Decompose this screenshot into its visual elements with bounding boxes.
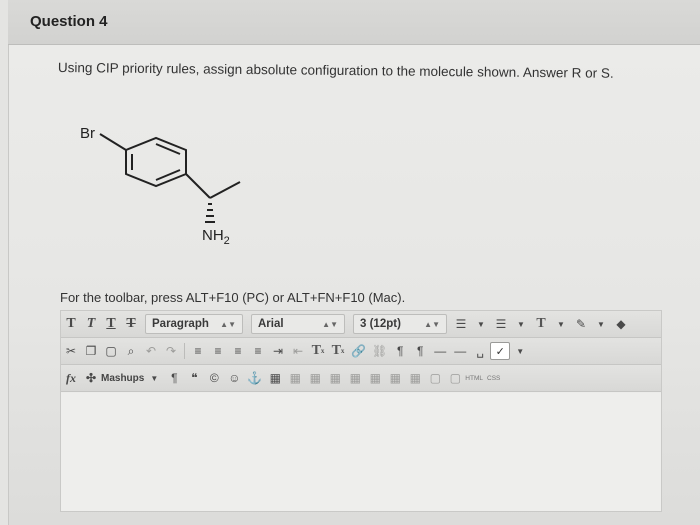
link-icon[interactable]: 🔗 <box>349 342 368 360</box>
spellcheck-icon[interactable]: ✓ <box>490 342 511 360</box>
horizontal-rule-icon[interactable]: — <box>431 342 449 360</box>
question-title: Question 4 <box>30 13 108 30</box>
undo-icon[interactable]: ↶ <box>142 342 160 360</box>
italic-button[interactable]: T <box>82 315 100 333</box>
editor-text-area[interactable] <box>61 393 661 511</box>
underline-button[interactable]: T <box>102 315 120 333</box>
copyright-icon[interactable]: © <box>205 369 223 387</box>
subscript-button[interactable]: Tx <box>329 342 347 360</box>
table-row-icon[interactable]: ▦ <box>286 369 304 387</box>
table-split-icon[interactable]: ▦ <box>366 369 384 387</box>
paragraph-mark-icon[interactable]: ¶ <box>165 369 183 387</box>
anchor-icon[interactable]: ⚓ <box>245 369 264 387</box>
cut-icon[interactable]: ✂ <box>62 342 80 360</box>
table-column-icon[interactable]: ▦ <box>306 369 324 387</box>
select-arrow-icon: ▲▼ <box>220 319 236 329</box>
toolbar-divider <box>184 343 185 359</box>
strikethrough-button[interactable]: T <box>122 315 140 333</box>
insert-table-icon[interactable]: ▦ <box>266 369 284 387</box>
table-cell-icon[interactable]: ▦ <box>326 369 344 387</box>
table-delete-icon[interactable]: ▦ <box>406 369 424 387</box>
paste-icon[interactable]: ▢ <box>102 342 120 360</box>
numbered-list-icon[interactable]: ☰ <box>492 315 510 333</box>
dropdown-arrow-icon[interactable]: ▼ <box>592 315 610 333</box>
bold-button[interactable]: T <box>62 315 80 333</box>
table-fill-icon[interactable]: ▢ <box>446 369 464 387</box>
table-props-icon[interactable]: ▦ <box>386 369 404 387</box>
align-right-icon[interactable]: ≡ <box>229 342 247 360</box>
table-border-icon[interactable]: ▢ <box>426 369 444 387</box>
bullet-list-icon[interactable]: ☰ <box>452 315 470 333</box>
dropdown-arrow-icon[interactable]: ▼ <box>145 369 163 387</box>
math-fx-button[interactable]: fx <box>62 369 80 387</box>
highlight-pen-icon[interactable]: ✎ <box>572 315 590 333</box>
ltr-icon[interactable]: ¶ <box>391 342 409 360</box>
horizontal-rule-icon[interactable]: — <box>451 342 469 360</box>
bromine-label: Br <box>80 125 95 142</box>
select-arrow-icon: ▲▼ <box>322 319 338 329</box>
find-icon[interactable]: ⌕ <box>122 342 140 360</box>
eraser-icon[interactable]: ◆ <box>612 315 630 333</box>
dropdown-arrow-icon[interactable]: ▼ <box>511 342 529 360</box>
amine-label: NH2 <box>202 227 230 247</box>
rtl-icon[interactable]: ¶ <box>411 342 429 360</box>
toolbar-hint: For the toolbar, press ALT+F10 (PC) or A… <box>60 290 406 305</box>
align-center-icon[interactable]: ≡ <box>209 342 227 360</box>
toolbar-row-1: T T T T Paragraph ▲▼ Arial ▲▼ 3 (12pt) ▲▼ ☰… <box>61 311 661 338</box>
molecule-structure: Br NH2 <box>80 125 241 247</box>
dropdown-arrow-icon[interactable]: ▼ <box>512 315 530 333</box>
font-select[interactable]: Arial ▲▼ <box>251 314 345 334</box>
redo-icon[interactable]: ↷ <box>162 342 180 360</box>
nonbreaking-space-icon[interactable]: ␣ <box>471 342 489 360</box>
table-merge-icon[interactable]: ▦ <box>346 369 364 387</box>
paragraph-select[interactable]: Paragraph ▲▼ <box>145 314 243 334</box>
css-button[interactable]: CSS <box>487 375 500 382</box>
toolbar-row-2: ✂ ❐ ▢ ⌕ ↶ ↷ ≡ ≡ ≡ ≡ ⇥ ⇤ Tx Tx 🔗 ⛓ ¶ ¶ — … <box>61 338 661 365</box>
align-justify-icon[interactable]: ≡ <box>249 342 267 360</box>
superscript-button[interactable]: Tx <box>309 342 327 360</box>
html-source-button[interactable]: HTML <box>465 375 483 382</box>
emoticon-icon[interactable]: ☺ <box>225 369 243 387</box>
rich-text-editor: T T T T Paragraph ▲▼ Arial ▲▼ 3 (12pt) ▲▼ ☰… <box>60 310 662 512</box>
unlink-icon[interactable]: ⛓ <box>370 342 389 360</box>
hashed-wedge-bond <box>205 203 215 223</box>
mashups-button[interactable]: ✣ Mashups <box>81 369 144 387</box>
dropdown-arrow-icon[interactable]: ▼ <box>472 315 490 333</box>
blockquote-icon[interactable]: ❝ <box>185 369 203 387</box>
outdent-icon[interactable]: ⇤ <box>289 342 307 360</box>
copy-icon[interactable]: ❐ <box>82 342 100 360</box>
align-left-icon[interactable]: ≡ <box>189 342 207 360</box>
toolbar-row-3: fx ✣ Mashups ▼ ¶ ❝ © ☺ ⚓ ▦ ▦ ▦ ▦ ▦ ▦ ▦ ▦ … <box>61 365 661 392</box>
mashups-icon: ✣ <box>85 371 97 385</box>
indent-icon[interactable]: ⇥ <box>269 342 287 360</box>
dropdown-arrow-icon[interactable]: ▼ <box>552 315 570 333</box>
select-arrow-icon: ▲▼ <box>424 319 440 329</box>
size-select[interactable]: 3 (12pt) ▲▼ <box>353 314 447 334</box>
question-header: Question 4 <box>8 0 700 45</box>
text-color-button[interactable]: T <box>532 315 550 333</box>
